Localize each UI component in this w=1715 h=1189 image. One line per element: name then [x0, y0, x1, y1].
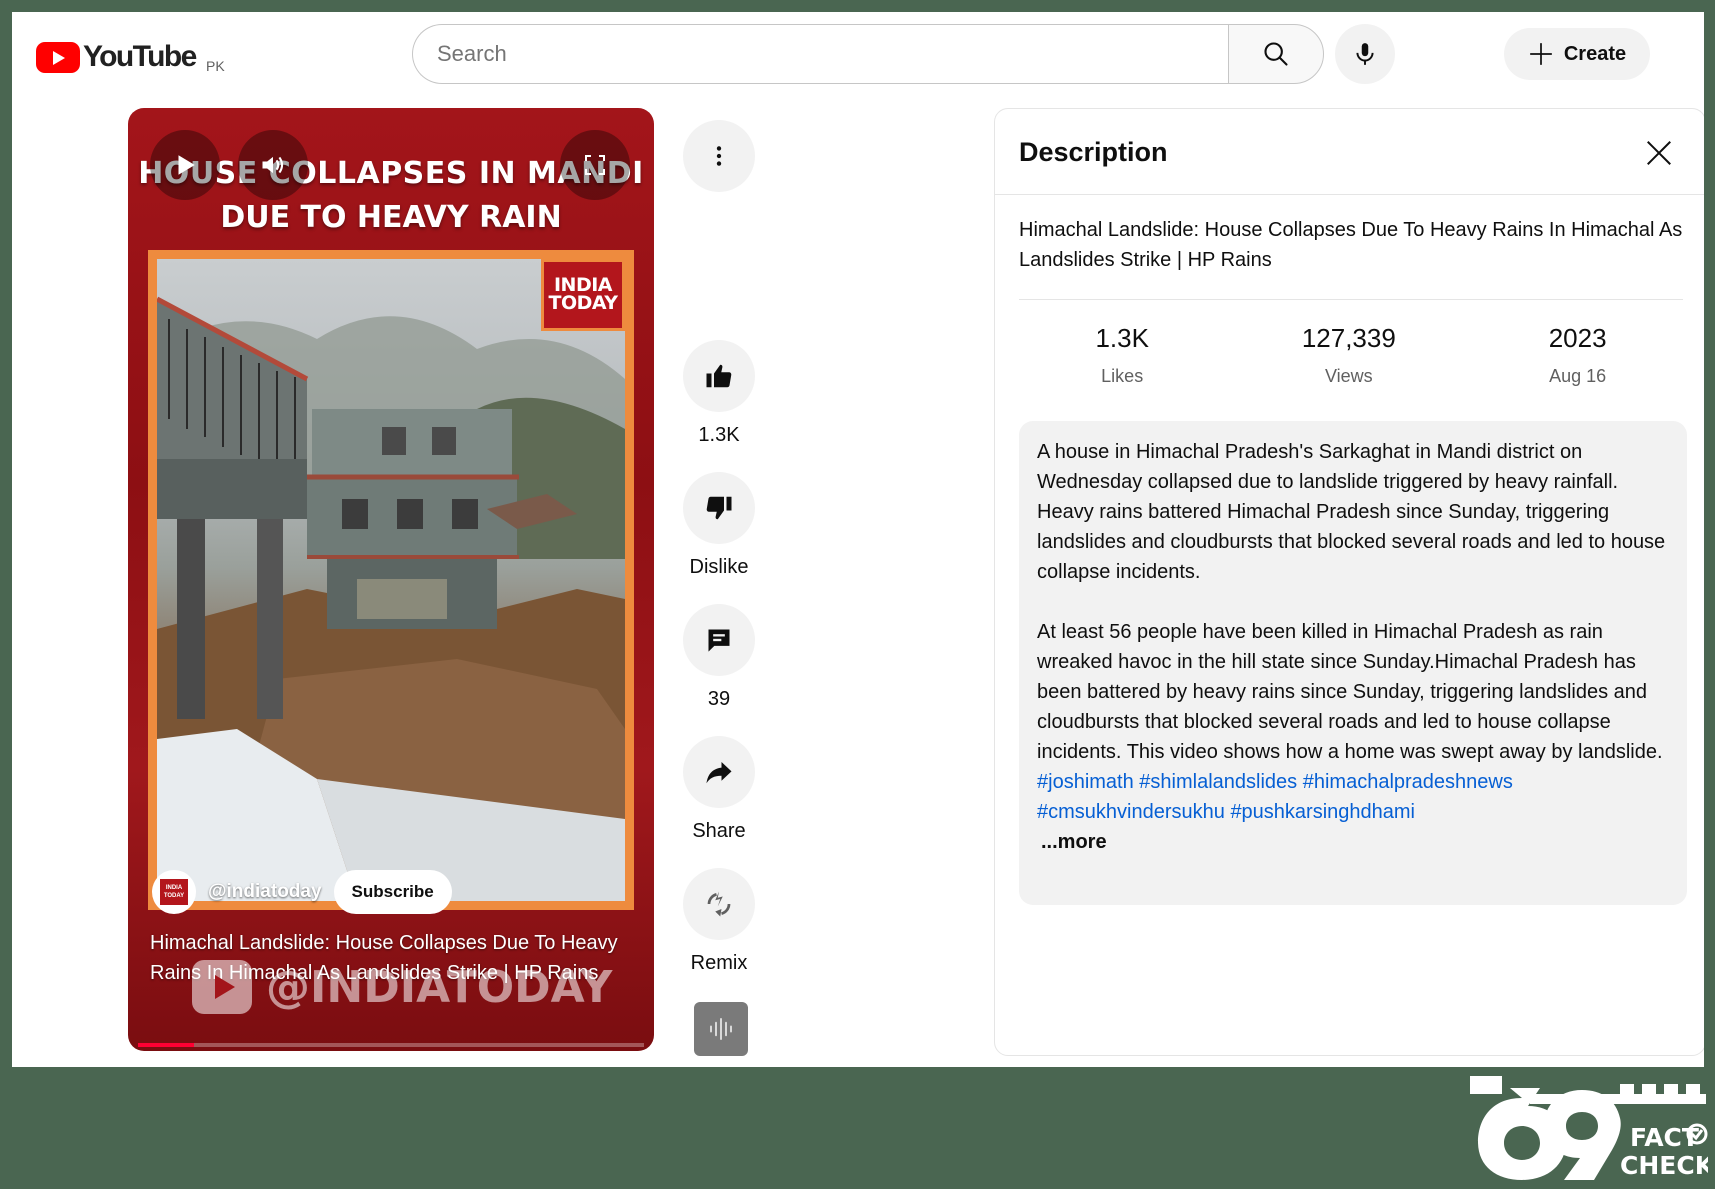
- comment-count: 39: [707, 688, 731, 710]
- stat-views: 127,339 Views: [1302, 323, 1396, 387]
- video-progress-bar[interactable]: [138, 1043, 644, 1047]
- subscribe-button[interactable]: Subscribe: [333, 870, 452, 914]
- hashtag-link[interactable]: #himachalpradeshnews: [1303, 771, 1513, 793]
- youtube-play-icon: [36, 41, 80, 73]
- video-stats: 1.3K Likes 127,339 Views 2023 Aug 16: [1019, 323, 1683, 387]
- play-icon: [178, 155, 195, 175]
- video-title-overlay[interactable]: Himachal Landslide: House Collapses Due …: [150, 928, 630, 988]
- sound-button[interactable]: [694, 1002, 748, 1056]
- thumbs-up-icon: [706, 364, 732, 388]
- like-action: 1.3K: [682, 340, 756, 447]
- stat-label: Views: [1324, 366, 1373, 386]
- top-bar: YouTube PK Create: [12, 12, 1704, 96]
- description-header: Description: [995, 109, 1704, 195]
- channel-avatar[interactable]: INDIA TODAY: [152, 870, 196, 914]
- close-description-button[interactable]: [1639, 133, 1679, 173]
- comment-icon: [708, 629, 730, 652]
- banner-line-2: DUE TO HEAVY RAIN: [220, 200, 562, 235]
- voice-search-button[interactable]: [1335, 24, 1395, 84]
- close-icon: [1647, 141, 1671, 165]
- progress-fill: [138, 1043, 194, 1047]
- hashtag-link[interactable]: #joshimath: [1037, 771, 1134, 793]
- search-icon: [1264, 42, 1288, 66]
- youtube-logo[interactable]: YouTube PK: [36, 40, 225, 74]
- channel-avatar-logo: INDIA TODAY: [160, 879, 188, 905]
- check-label: CHECK: [1620, 1151, 1708, 1180]
- hashtag-link[interactable]: #shimlalandslides: [1139, 771, 1297, 793]
- search-bar: [412, 24, 1324, 84]
- stat-likes: 1.3K Likes: [1095, 323, 1149, 387]
- dislike-action: Dislike: [682, 472, 756, 579]
- divider: [1019, 299, 1683, 300]
- audio-waveform-icon: [710, 1018, 732, 1040]
- share-label: Share: [692, 820, 746, 842]
- remix-button[interactable]: [683, 868, 755, 940]
- channel-row: INDIA TODAY @indiatoday Subscribe: [152, 870, 452, 914]
- like-count: 1.3K: [698, 424, 740, 446]
- description-title: Description: [1019, 137, 1168, 167]
- search-input[interactable]: [412, 24, 1228, 84]
- remix-action: Remix: [682, 868, 756, 975]
- region-code: PK: [206, 58, 225, 74]
- shorts-video-player[interactable]: HOUSE COLLAPSES IN MANDI DUE TO HEAVY RA…: [128, 108, 654, 1051]
- search-button[interactable]: [1228, 24, 1324, 84]
- logo-wordmark: YouTube: [83, 40, 197, 73]
- like-button[interactable]: [683, 340, 755, 412]
- description-video-title: Himachal Landslide: House Collapses Due …: [1019, 219, 1683, 271]
- description-panel: Description Himachal Landslide: House Co…: [994, 108, 1704, 1056]
- description-body[interactable]: A house in Himachal Pradesh's Sarkaghat …: [1019, 421, 1687, 905]
- stat-value: 1.3K: [1095, 323, 1149, 353]
- volume-icon: [262, 156, 284, 174]
- play-button[interactable]: [150, 130, 220, 200]
- brand-line-2: TODAY: [548, 292, 618, 314]
- stat-value: 127,339: [1301, 323, 1396, 353]
- create-button[interactable]: Create: [1504, 28, 1650, 80]
- india-today-logo: INDIA TODAY: [541, 259, 625, 331]
- volume-button[interactable]: [238, 130, 308, 200]
- description-paragraph-1: A house in Himachal Pradesh's Sarkaghat …: [1037, 441, 1666, 583]
- more-options-button[interactable]: [683, 120, 755, 192]
- comments-button[interactable]: [683, 604, 755, 676]
- hashtags: #joshimath #shimlalandslides #himachalpr…: [1037, 767, 1669, 827]
- comments-action: 39: [682, 604, 756, 711]
- microphone-icon: [1356, 43, 1374, 65]
- fullscreen-button[interactable]: [560, 130, 630, 200]
- fullscreen-icon: [585, 155, 605, 175]
- show-more-button[interactable]: ...more: [1037, 827, 1669, 857]
- plus-icon: [1530, 43, 1552, 65]
- share-icon: [706, 762, 732, 784]
- share-action: Share: [682, 736, 756, 843]
- stat-label: Likes: [1101, 366, 1144, 386]
- stat-value: 2023: [1548, 323, 1607, 353]
- description-paragraph-2: At least 56 people have been killed in H…: [1037, 621, 1663, 763]
- channel-handle[interactable]: @indiatoday: [208, 881, 322, 903]
- thumbs-down-icon: [706, 496, 732, 520]
- dislike-button[interactable]: [683, 472, 755, 544]
- more-actions: [682, 120, 756, 192]
- youtube-page: YouTube PK Create HOUSE COLLAPSES IN MAN…: [12, 12, 1704, 1067]
- share-button[interactable]: [683, 736, 755, 808]
- create-label: Create: [1563, 42, 1627, 65]
- video-frame: INDIA TODAY: [148, 250, 634, 910]
- stat-label: Aug 16: [1549, 366, 1607, 386]
- fact-check-logo: FACT CHECK: [1470, 1076, 1708, 1180]
- stat-date: 2023 Aug 16: [1549, 323, 1607, 387]
- more-vertical-icon: [716, 146, 722, 166]
- remix-icon: [707, 891, 731, 917]
- hashtag-link[interactable]: #pushkarsinghdhami: [1230, 801, 1415, 823]
- landslide-scene: [157, 296, 625, 901]
- hashtag-link[interactable]: #cmsukhvindersukhu: [1037, 801, 1225, 823]
- dislike-label: Dislike: [689, 556, 749, 578]
- remix-label: Remix: [690, 952, 748, 974]
